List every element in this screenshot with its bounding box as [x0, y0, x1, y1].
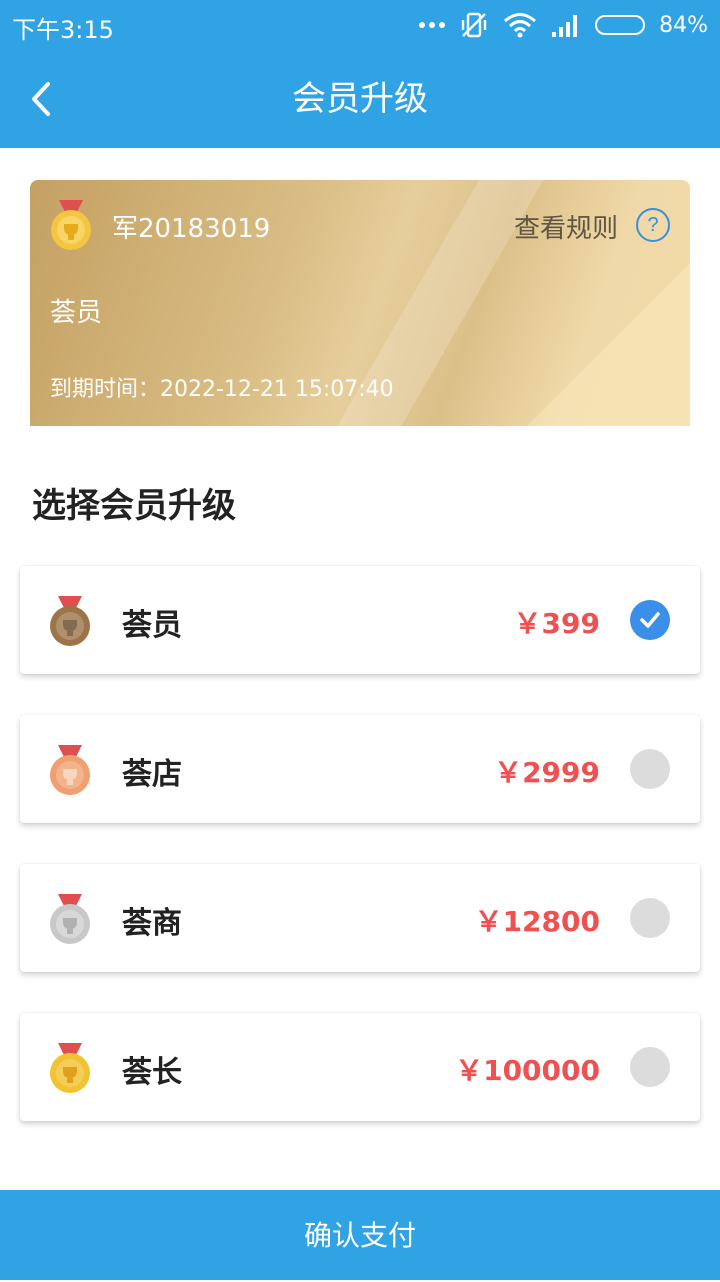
member-level: 荟员	[50, 298, 103, 328]
view-rules-link[interactable]: 查看规则	[514, 208, 618, 245]
radio-icon[interactable]	[630, 898, 670, 938]
copper-medal-icon	[50, 745, 90, 795]
section-title: 选择会员升级	[32, 486, 236, 526]
option-price: ￥2999	[494, 756, 600, 789]
option-name: 荟店	[122, 757, 182, 792]
app-header: 下午3:15 84% 会员升级	[0, 0, 720, 148]
help-icon[interactable]: ?	[636, 208, 670, 242]
battery-icon	[595, 15, 646, 35]
expire-time: 到期时间：2022-12-21 15:07:40	[50, 377, 394, 402]
status-icons: 84%	[419, 8, 708, 42]
option-name: 荟商	[122, 906, 182, 941]
option-huiyuan[interactable]: 荟员 ￥399	[20, 566, 700, 674]
option-huishang[interactable]: 荟商 ￥12800	[20, 864, 700, 972]
silver-medal-icon	[50, 894, 90, 944]
option-price: ￥100000	[455, 1054, 600, 1087]
member-name: 军20183019	[112, 214, 271, 244]
bronze-medal-icon	[50, 596, 90, 646]
page-title: 会员升级	[292, 79, 428, 119]
more-notifications-icon	[419, 22, 446, 28]
vibrate-off-icon	[461, 12, 487, 38]
option-huidian[interactable]: 荟店 ￥2999	[20, 715, 700, 823]
wifi-icon	[504, 13, 537, 38]
radio-icon[interactable]	[630, 1047, 670, 1087]
radio-check-icon[interactable]	[630, 600, 670, 640]
member-card: 军20183019 查看规则 ? 荟员 到期时间：2022-12-21 15:0…	[30, 180, 690, 426]
gold-medal-icon	[51, 200, 91, 250]
option-name: 荟长	[122, 1055, 182, 1090]
radio-icon[interactable]	[630, 749, 670, 789]
option-price: ￥399	[513, 607, 600, 640]
option-huizhang[interactable]: 荟长 ￥100000	[20, 1013, 700, 1121]
battery-percent: 84%	[659, 12, 708, 38]
option-price: ￥12800	[474, 905, 600, 938]
gold-medal-icon	[50, 1043, 90, 1093]
status-bar: 下午3:15 84%	[0, 0, 720, 50]
confirm-pay-button[interactable]: 确认支付	[0, 1190, 720, 1280]
status-time: 下午3:15	[12, 16, 114, 44]
signal-icon	[552, 15, 578, 37]
option-name: 荟员	[122, 608, 182, 643]
